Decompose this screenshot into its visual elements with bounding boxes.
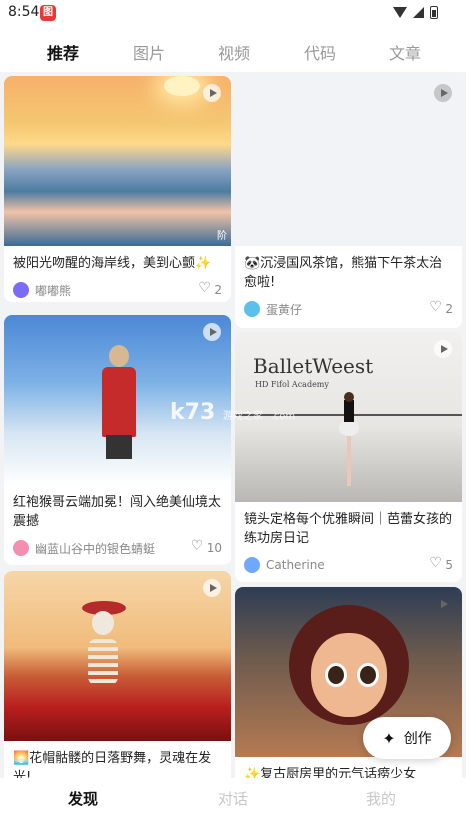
sparkle-icon: ✦ [382,728,396,748]
status-time: 8:54 [8,4,40,20]
heart-icon[interactable] [198,280,211,296]
author-name[interactable]: 蛋黄仔 [266,301,430,318]
status-bar: 8:54 图 [0,0,466,26]
nav-mine[interactable]: 我的 [366,788,396,809]
avatar[interactable] [244,557,260,573]
avatar[interactable] [13,282,29,298]
card-title: 红袍猴哥云端加冕！闯入绝美仙境太震撼 [13,495,222,529]
battery-icon [430,6,438,19]
card-image[interactable] [4,571,231,741]
tab-recommend[interactable]: 推荐 [47,40,79,64]
card-image[interactable] [235,76,462,246]
play-icon[interactable] [434,340,452,358]
dancer-figure [339,392,359,492]
nav-discover[interactable]: 发现 [68,788,98,809]
like-count: 2 [214,283,222,297]
feed-card[interactable]: 🐼沉浸国风茶馆，熊猫下午茶太治愈啦! 蛋黄仔 2 [235,76,462,328]
bottom-navigation: 发现 对话 我的 [0,778,466,829]
like-count: 2 [445,302,453,316]
play-icon[interactable] [434,84,452,102]
app-notification-icon: 图 [40,5,56,21]
avatar[interactable] [13,540,29,556]
card-meta: Catherine 5 [235,548,462,574]
card-meta: 嘟嘟熊 2 [4,273,231,299]
site-watermark: k73 游戏之家 .com [170,400,295,425]
author-name[interactable]: 幽蓝山谷中的银色蜻蜓 [35,540,192,557]
tab-articles[interactable]: 文章 [389,40,421,64]
category-tabs: 推荐 图片 视频 代码 文章 [0,26,466,91]
feed-card[interactable]: BalletWeest HD Fifol Academy 镜头定格每个优雅瞬间｜… [235,332,462,582]
card-title: 🐼沉浸国风茶馆，熊猫下午茶太治愈啦! [244,256,443,290]
tab-videos[interactable]: 视频 [218,40,250,64]
image-sign-text: BalletWeest [253,354,374,378]
avatar[interactable] [244,301,260,317]
tab-code[interactable]: 代码 [304,40,336,64]
play-icon[interactable] [203,84,221,102]
card-title: ✨复古厨房里的元气话痨少女 [244,767,417,778]
heart-icon[interactable] [429,299,442,315]
signal-icon [413,7,424,18]
feed-card[interactable]: 🌅花帽骷髅的日落野舞，灵魂在发光! [4,571,231,778]
watermark-brand: k73 [170,400,216,425]
status-icons [393,6,438,19]
like-count: 5 [445,558,453,572]
play-icon[interactable] [434,595,452,613]
sun-shape [164,76,200,96]
like-count: 10 [206,541,222,555]
cartoon-girl-figure [289,605,409,735]
image-sign-subtext: HD Fifol Academy [255,380,329,389]
play-icon[interactable] [203,579,221,597]
corner-mark: 阶 [217,231,227,242]
nav-chat[interactable]: 对话 [218,788,248,809]
card-meta: 幽蓝山谷中的银色蜻蜓 10 [4,531,231,557]
watermark-sub: 游戏之家 [222,411,263,422]
wifi-icon [393,7,407,18]
card-meta: 蛋黄仔 2 [235,292,462,318]
heart-icon[interactable] [429,555,442,571]
create-button[interactable]: ✦ 创作 [363,717,451,759]
play-icon[interactable] [203,323,221,341]
author-name[interactable]: Catherine [266,558,430,572]
card-title: 镜头定格每个优雅瞬间｜芭蕾女孩的练功房日记 [244,512,453,546]
feed-card[interactable]: 红袍猴哥云端加冕！闯入绝美仙境太震撼 幽蓝山谷中的银色蜻蜓 10 [4,315,231,565]
heart-icon[interactable] [191,538,204,554]
card-title: 🌅花帽骷髅的日落野舞，灵魂在发光! [13,751,212,778]
card-title: 被阳光吻醒的海岸线，美到心颤✨ [13,256,212,271]
card-image[interactable]: 阶 [4,76,231,246]
feed-card[interactable]: 阶 被阳光吻醒的海岸线，美到心颤✨ 嘟嘟熊 2 [4,76,231,302]
content-feed[interactable]: 阶 被阳光吻醒的海岸线，美到心颤✨ 嘟嘟熊 2 🐼沉浸国风茶馆，熊猫下午茶太治愈… [0,72,466,778]
monkey-king-figure [96,345,140,459]
author-name[interactable]: 嘟嘟熊 [35,282,199,299]
tab-images[interactable]: 图片 [133,40,165,64]
watermark-domain: .com [270,411,296,422]
create-button-label: 创作 [403,731,432,747]
skeleton-figure [76,601,146,741]
